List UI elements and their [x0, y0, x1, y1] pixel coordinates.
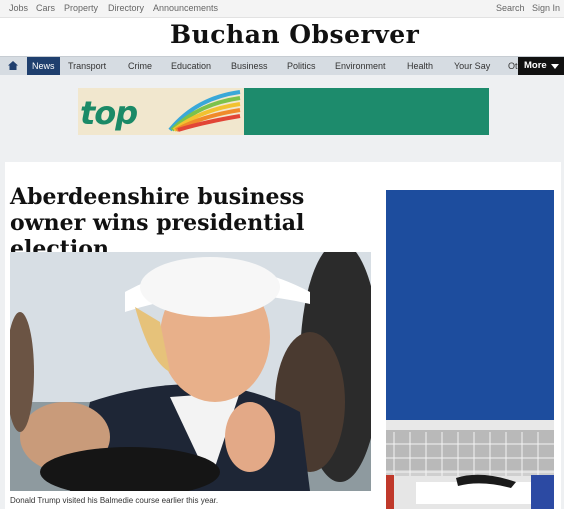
article-photo-illustration [10, 252, 371, 491]
nav-item-health[interactable]: Health [407, 57, 433, 75]
banner-ad-logo[interactable]: top [78, 88, 244, 135]
photo-caption: Donald Trump visited his Balmedie course… [10, 496, 219, 505]
nav-more-label: More [524, 60, 547, 71]
sidebar-photo[interactable] [386, 420, 554, 509]
nav-item-politics[interactable]: Politics [287, 57, 316, 75]
caret-down-icon [551, 64, 559, 69]
nav-item-education[interactable]: Education [171, 57, 211, 75]
topbar-link-directory[interactable]: Directory [108, 3, 144, 13]
nav-item-transport[interactable]: Transport [68, 57, 106, 75]
nav-more-button[interactable]: More [518, 57, 564, 75]
topbar-link-property[interactable]: Property [64, 3, 98, 13]
nav-home-button[interactable] [2, 57, 24, 75]
topbar-link-sign-in[interactable]: Sign In [532, 3, 560, 13]
site-logo[interactable]: Buchan Observer [170, 20, 419, 49]
nav-item-other-truncated[interactable]: Ot [508, 57, 518, 75]
rainbow-swoosh-graphic [168, 90, 241, 132]
nav-item-environment[interactable]: Environment [335, 57, 386, 75]
article-headline[interactable]: Aberdeenshire business owner wins presid… [10, 184, 370, 262]
banner-ad-panel[interactable] [244, 88, 489, 135]
topbar-link-announcements[interactable]: Announcements [153, 3, 218, 13]
nav-item-your-say[interactable]: Your Say [454, 57, 490, 75]
topbar-link-cars[interactable]: Cars [36, 3, 55, 13]
sidebar-ad[interactable] [386, 190, 554, 420]
nav-item-crime[interactable]: Crime [128, 57, 152, 75]
main-nav: News Transport Crime Education Business … [0, 56, 564, 76]
article-photo[interactable] [10, 252, 371, 491]
top-utility-bar: Jobs Cars Property Directory Announcemen… [0, 0, 564, 18]
sidebar-photo-illustration [386, 420, 554, 509]
topbar-link-search[interactable]: Search [496, 3, 525, 13]
nav-item-news[interactable]: News [27, 57, 60, 75]
masthead: Buchan Observer [0, 18, 564, 56]
nav-item-business[interactable]: Business [231, 57, 268, 75]
home-icon [8, 61, 18, 70]
topbar-link-jobs[interactable]: Jobs [9, 3, 28, 13]
